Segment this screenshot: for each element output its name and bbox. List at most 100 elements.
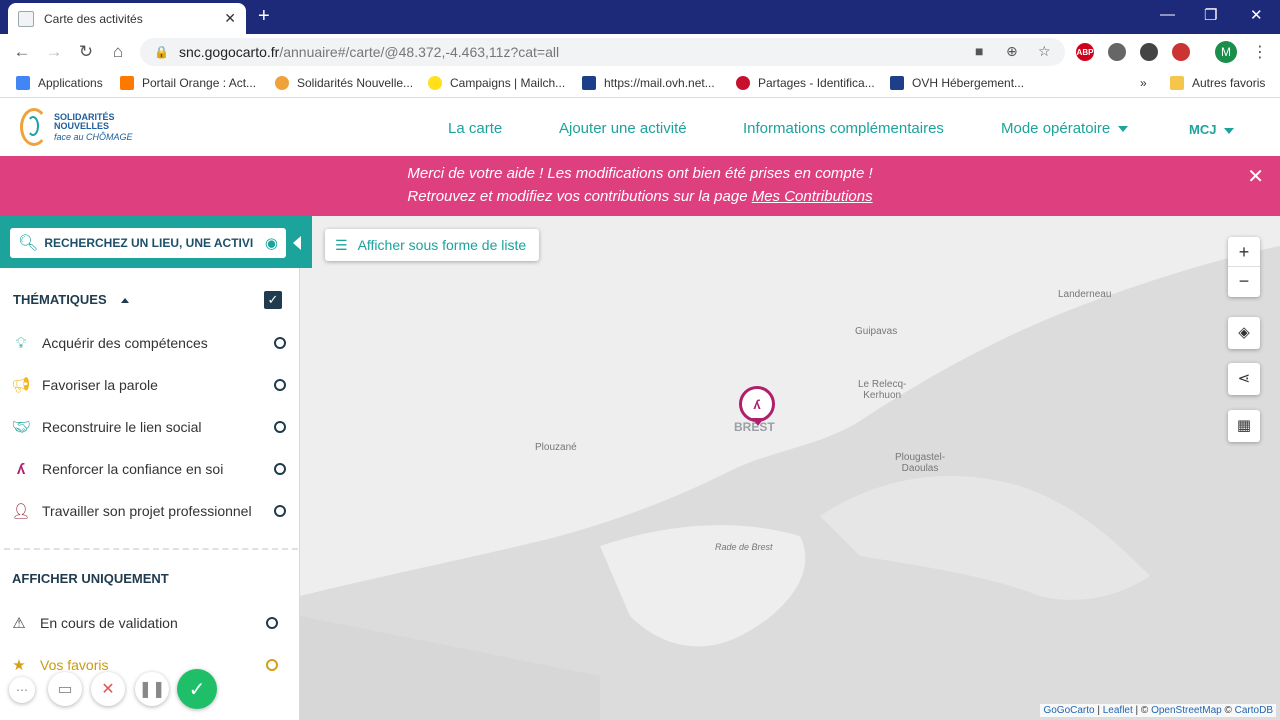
filter-radio[interactable] xyxy=(266,659,278,671)
gogocarto-link[interactable]: GoGoCarto xyxy=(1043,705,1094,716)
category-radio[interactable] xyxy=(274,337,286,349)
cartodb-link[interactable]: CartoDB xyxy=(1235,705,1273,716)
nav-user-menu[interactable]: MCJ xyxy=(1189,122,1235,137)
share-icon[interactable]: ⋖ xyxy=(1228,363,1260,395)
banner-contributions: Retrouvez et modifiez vos contributions … xyxy=(407,188,873,205)
snc-icon xyxy=(275,76,289,90)
close-banner-icon[interactable]: ✕ xyxy=(1247,164,1264,189)
map-canvas[interactable]: Landerneau Guipavas Le Relecq- Kerhuon BR… xyxy=(300,216,1280,720)
category-radio[interactable] xyxy=(274,379,286,391)
home-icon[interactable]: ⌂ xyxy=(108,42,128,62)
category-lien-social[interactable]: 🤝︎ Reconstruire le lien social xyxy=(10,415,295,439)
map-icon[interactable]: ▦ xyxy=(1228,410,1260,442)
search-icon: 🔍︎ xyxy=(18,235,39,252)
leaflet-link[interactable]: Leaflet xyxy=(1103,705,1133,716)
lock-icon[interactable]: 🔒 xyxy=(154,45,169,59)
restore-icon[interactable]: ❐ xyxy=(1204,6,1217,24)
category-projet-pro[interactable]: 👤︎ Travailler son projet professionnel xyxy=(10,499,295,523)
sidebar-divider xyxy=(4,548,298,550)
osm-link[interactable]: OpenStreetMap xyxy=(1151,705,1222,716)
profile-avatar[interactable]: M xyxy=(1215,41,1237,63)
filter-radio[interactable] xyxy=(266,617,278,629)
category-radio[interactable] xyxy=(274,463,286,475)
star-icon: ★ xyxy=(12,657,26,674)
browser-tab[interactable]: Carte des activités ✕ xyxy=(8,3,246,34)
map-marker-confidence[interactable]: ʎ xyxy=(739,386,775,422)
search-panel: 🔍︎ ◉ xyxy=(0,216,312,268)
category-confiance[interactable]: ʎ Renforcer la confiance en soi xyxy=(10,457,295,481)
nav-informations[interactable]: Informations complémentaires xyxy=(743,120,944,137)
user-plus-icon: 👤︎ xyxy=(11,503,31,520)
new-tab-icon[interactable]: + xyxy=(258,6,270,26)
bookmark-partages[interactable]: Partages - Identifica... xyxy=(736,76,875,90)
logo-mark-inner-icon xyxy=(27,116,39,136)
map-marker-tip xyxy=(752,418,764,426)
extension-puzzle-icon[interactable] xyxy=(1140,43,1158,61)
warning-icon: ⚠ xyxy=(12,615,26,632)
category-radio[interactable] xyxy=(274,505,286,517)
nav-ajouter-activite[interactable]: Ajouter une activité xyxy=(559,120,687,137)
bookmark-star-icon[interactable]: ☆ xyxy=(1038,43,1051,60)
bookmark-ovh-mail[interactable]: https://mail.ovh.net... xyxy=(582,76,715,90)
site-header: SOLIDARITÉS NOUVELLES face au CHÔMAGE La … xyxy=(0,98,1280,156)
megaphone-icon: 📢︎ xyxy=(11,377,31,394)
caret-down-icon xyxy=(1118,126,1129,133)
pause-icon[interactable]: ❚❚ xyxy=(135,672,169,706)
orange-icon xyxy=(120,76,134,90)
camera-icon[interactable]: ■ xyxy=(975,43,983,59)
category-parole[interactable]: 📢︎ Favoriser la parole xyxy=(10,373,295,397)
forward-icon[interactable]: → xyxy=(44,42,64,62)
apps-grid-icon xyxy=(16,76,30,90)
cancel-recording-icon[interactable]: ✕ xyxy=(91,672,125,706)
browser-menu-icon[interactable]: ⋮ xyxy=(1252,42,1268,62)
thematiques-checkbox[interactable]: ✓ xyxy=(264,291,282,309)
bookmark-orange[interactable]: Portail Orange : Act... xyxy=(120,76,256,90)
zoom-out-icon[interactable]: − xyxy=(1228,267,1260,297)
video-camera-icon[interactable]: ▭ xyxy=(48,672,82,706)
bookmark-ovh-hosting[interactable]: OVH Hébergement... xyxy=(890,76,1024,90)
close-window-icon[interactable]: ✕ xyxy=(1250,6,1263,24)
zoom-control: + − xyxy=(1228,237,1260,297)
geolocate-icon[interactable]: ◉ xyxy=(265,234,278,252)
bookmark-solidarites[interactable]: Solidarités Nouvelle... xyxy=(275,76,413,90)
map-label-relecq: Le Relecq- Kerhuon xyxy=(858,379,907,401)
back-icon[interactable]: ← xyxy=(12,42,32,62)
extension-drop-icon[interactable] xyxy=(1108,43,1126,61)
list-view-button[interactable]: ☰ Afficher sous forme de liste xyxy=(325,229,539,261)
nav-mode-operatoire[interactable]: Mode opératoire xyxy=(1001,120,1129,137)
bookmark-mailchimp[interactable]: Campaigns | Mailch... xyxy=(428,76,565,90)
site-logo[interactable]: SOLIDARITÉS NOUVELLES face au CHÔMAGE xyxy=(20,108,160,148)
collapse-sidebar-icon[interactable] xyxy=(293,236,301,250)
filter-validation[interactable]: ⚠ En cours de validation xyxy=(8,611,293,635)
bookmark-other[interactable]: Autres favoris xyxy=(1170,76,1265,90)
reload-icon[interactable]: ↻ xyxy=(76,42,96,62)
adblock-icon[interactable]: ABP xyxy=(1076,43,1094,61)
mes-contributions-link[interactable]: Mes Contributions xyxy=(752,188,873,205)
zoom-in-icon[interactable]: + xyxy=(1228,237,1260,267)
map-attribution: GoGoCarto | Leaflet | © OpenStreetMap © … xyxy=(1040,704,1276,717)
bookmarks-overflow[interactable]: » xyxy=(1140,76,1147,90)
category-acquerir[interactable]: 💡︎ Acquérir des compétences xyxy=(10,331,295,355)
close-tab-icon[interactable]: ✕ xyxy=(224,10,236,27)
thematiques-header[interactable]: THÉMATIQUES xyxy=(13,292,129,307)
minimize-icon[interactable]: — xyxy=(1160,6,1175,23)
confirm-recording-icon[interactable]: ✓ xyxy=(177,669,217,709)
address-bar[interactable]: 🔒 snc.gogocarto.fr /annuaire#/carte/@48.… xyxy=(140,38,1065,66)
handshake-icon: 🤝︎ xyxy=(11,419,31,436)
bookmark-applications[interactable]: Applications xyxy=(16,76,103,90)
tab-title: Carte des activités xyxy=(44,11,143,26)
layers-icon[interactable]: ◈ xyxy=(1228,317,1260,349)
search-box[interactable]: 🔍︎ ◉ xyxy=(10,228,286,258)
category-radio[interactable] xyxy=(274,421,286,433)
filter-sidebar: 🔍︎ ◉ THÉMATIQUES ✓ 💡︎ Acquérir des compé… xyxy=(0,216,312,720)
banner-message: Merci de votre aide ! Les modifications … xyxy=(407,165,873,182)
caret-up-icon xyxy=(120,298,129,304)
more-options-icon[interactable]: ⋯ xyxy=(9,677,35,703)
extension-circle-icon[interactable] xyxy=(1172,43,1190,61)
map-tiles xyxy=(300,246,1280,720)
search-input[interactable] xyxy=(44,236,265,250)
nav-la-carte[interactable]: La carte xyxy=(448,120,502,137)
map-label-plougastel: Plougastel- Daoulas xyxy=(895,452,946,474)
zoom-icon[interactable]: ⊕ xyxy=(1006,43,1018,60)
url-path: /annuaire#/carte/@48.372,-4.463,11z?cat=… xyxy=(279,44,560,60)
